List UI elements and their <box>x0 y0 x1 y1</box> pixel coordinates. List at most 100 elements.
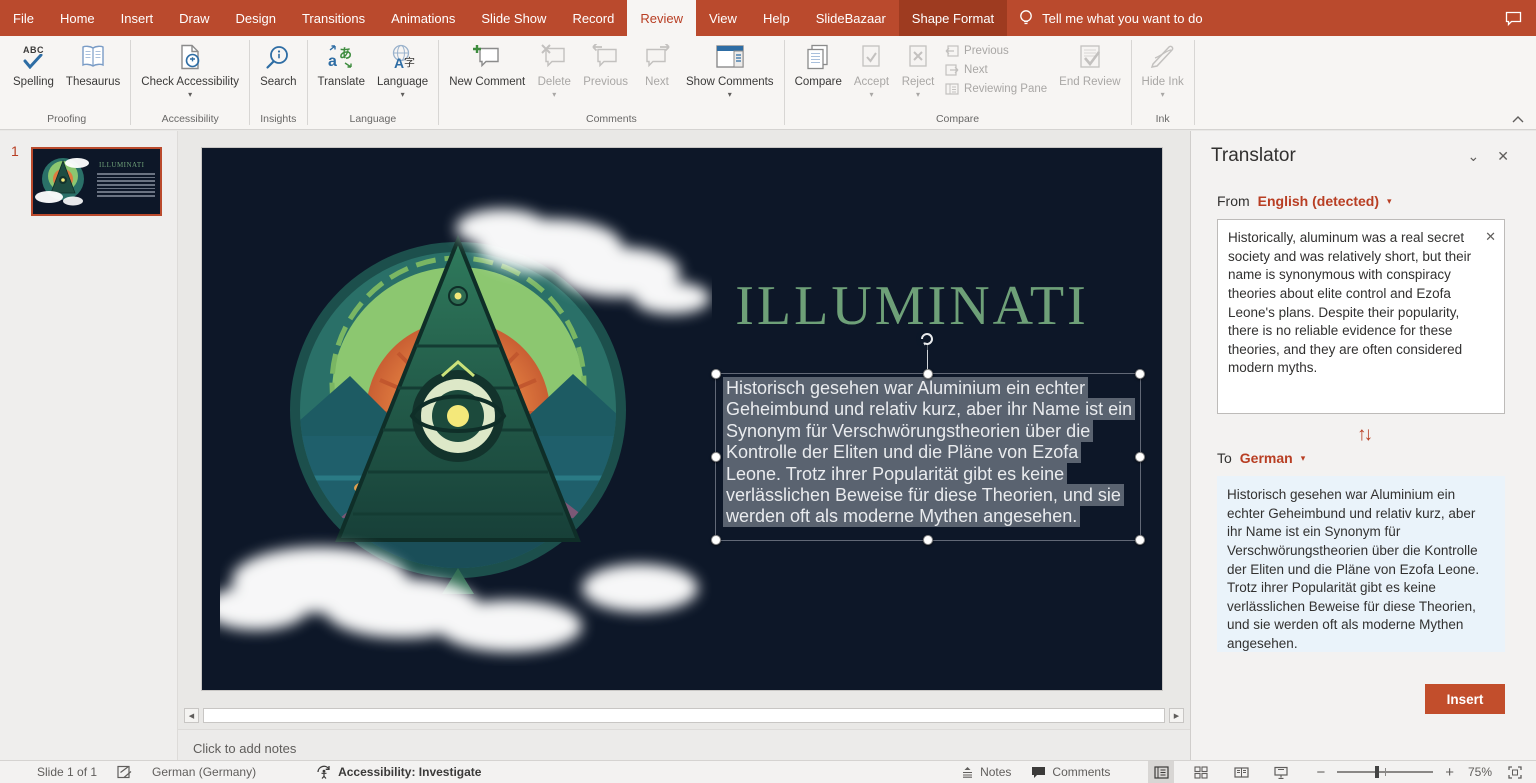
pane-options-chevron-icon[interactable]: ⌄ <box>1459 148 1489 165</box>
language-status[interactable]: German (Germany) <box>142 761 266 783</box>
slide[interactable]: ILLUMINATI Historisch gesehen war Alumin… <box>202 148 1162 690</box>
chat-icon[interactable] <box>1491 0 1536 36</box>
chevron-down-icon: ▾ <box>869 90 873 100</box>
resize-handle-bottom-right[interactable] <box>1135 535 1145 545</box>
swap-languages-icon[interactable]: ↑↓ <box>1191 414 1536 446</box>
accessibility-status[interactable]: Accessibility: Investigate <box>306 761 491 783</box>
zoom-slider[interactable] <box>1337 771 1433 773</box>
fit-slide-to-window-button[interactable] <box>1502 761 1528 783</box>
notes-toggle[interactable]: Notes <box>951 761 1021 783</box>
from-language-selector[interactable]: English (detected) <box>1258 193 1379 209</box>
clear-source-icon[interactable]: ✕ <box>1485 228 1496 246</box>
horizontal-scrollbar-thumb[interactable] <box>203 708 1165 723</box>
end-review-button[interactable]: End Review <box>1053 37 1126 112</box>
zoom-in-button[interactable]: + <box>1441 764 1458 781</box>
resize-handle-middle-left[interactable] <box>711 452 721 462</box>
resize-handle-top-left[interactable] <box>711 369 721 379</box>
reject-button[interactable]: Reject ▾ <box>895 37 941 112</box>
search-button[interactable]: Search <box>254 37 302 112</box>
compare-button[interactable]: Compare <box>789 37 848 112</box>
insert-translation-button[interactable]: Insert <box>1425 684 1505 714</box>
to-language-dropdown-icon[interactable]: ▾ <box>1301 453 1306 464</box>
tab-view[interactable]: View <box>696 0 750 36</box>
collapse-ribbon-button[interactable] <box>1512 116 1524 123</box>
scroll-right-arrow-icon[interactable]: ▶ <box>1169 708 1184 723</box>
ribbon-group-accessibility: Check Accessibility ▾ Accessibility <box>132 36 248 129</box>
hide-ink-button[interactable]: Hide Ink ▾ <box>1136 37 1190 112</box>
resize-handle-top-right[interactable] <box>1135 369 1145 379</box>
tab-help[interactable]: Help <box>750 0 803 36</box>
tab-record[interactable]: Record <box>559 0 627 36</box>
spelling-button[interactable]: ABC Spelling <box>7 37 60 112</box>
tab-file[interactable]: File <box>0 0 47 36</box>
illuminati-graphic[interactable] <box>220 188 712 666</box>
notes-pane[interactable]: Click to add notes <box>178 729 1190 760</box>
tell-me-box[interactable]: Tell me what you want to do <box>1007 0 1214 36</box>
translate-button[interactable]: aあ Translate <box>312 37 372 112</box>
group-label-compare: Compare <box>786 112 1130 129</box>
tab-insert[interactable]: Insert <box>108 0 167 36</box>
tab-transitions[interactable]: Transitions <box>289 0 378 36</box>
tab-animations[interactable]: Animations <box>378 0 468 36</box>
zoom-out-button[interactable]: − <box>1312 764 1329 781</box>
slide-thumbnail[interactable]: ILLUMINATI <box>31 147 162 216</box>
accept-button[interactable]: Accept ▾ <box>848 37 895 112</box>
resize-handle-middle-right[interactable] <box>1135 452 1145 462</box>
next-comment-button[interactable]: Next <box>634 37 680 112</box>
next-change-button[interactable]: Next <box>945 64 1047 76</box>
titlebar: File Home Insert Draw Design Transitions… <box>0 0 1536 36</box>
delete-comment-button[interactable]: Delete ▾ <box>531 37 577 112</box>
thesaurus-button[interactable]: Thesaurus <box>60 37 126 112</box>
comments-toggle[interactable]: Comments <box>1021 761 1120 783</box>
show-comments-icon <box>716 42 744 72</box>
accessibility-icon <box>316 765 332 779</box>
selected-text[interactable]: Historisch gesehen war Aluminium ein ech… <box>723 377 1135 527</box>
zoom-level[interactable]: 75% <box>1458 761 1502 783</box>
spellcheck-status-icon[interactable] <box>107 761 142 783</box>
rotate-handle[interactable] <box>915 327 939 351</box>
zoom-slider-thumb[interactable] <box>1375 766 1379 778</box>
new-comment-button[interactable]: New Comment <box>443 37 531 112</box>
scroll-left-arrow-icon[interactable]: ◀ <box>184 708 199 723</box>
resize-handle-bottom-center[interactable] <box>923 535 933 545</box>
tab-design[interactable]: Design <box>223 0 289 36</box>
horizontal-scrollbar[interactable]: ◀ ▶ <box>184 707 1184 724</box>
slide-number: 1 <box>11 143 19 159</box>
svg-text:あ: あ <box>339 46 352 61</box>
tab-draw[interactable]: Draw <box>166 0 222 36</box>
previous-comment-icon <box>592 42 620 72</box>
check-accessibility-button[interactable]: Check Accessibility ▾ <box>135 37 245 112</box>
svg-text:a: a <box>328 53 337 70</box>
pane-close-icon[interactable]: ✕ <box>1488 148 1518 165</box>
slideshow-view-button[interactable] <box>1268 761 1294 783</box>
previous-comment-button[interactable]: Previous <box>577 37 634 112</box>
from-language-dropdown-icon[interactable]: ▾ <box>1387 196 1392 207</box>
slide-textbox[interactable]: Historisch gesehen war Aluminium ein ech… <box>716 374 1140 540</box>
tab-home[interactable]: Home <box>47 0 108 36</box>
to-language-selector[interactable]: German <box>1240 450 1293 466</box>
to-label: To <box>1217 450 1232 466</box>
slide-thumbnail-panel: 1 ILLUMINATI <box>0 131 178 760</box>
source-text[interactable]: Historically, aluminum was a real secret… <box>1228 230 1471 375</box>
slide-indicator[interactable]: Slide 1 of 1 <box>0 761 107 783</box>
source-text-input[interactable]: Historically, aluminum was a real secret… <box>1217 219 1505 414</box>
resize-handle-bottom-left[interactable] <box>711 535 721 545</box>
tab-review[interactable]: Review <box>627 0 696 36</box>
tab-slide-show[interactable]: Slide Show <box>468 0 559 36</box>
previous-change-button[interactable]: Previous <box>945 45 1047 57</box>
normal-view-button[interactable] <box>1148 761 1174 783</box>
slide-title[interactable]: ILLUMINATI <box>707 274 1117 338</box>
notes-placeholder[interactable]: Click to add notes <box>193 741 1190 756</box>
chevron-down-icon: ▾ <box>1161 90 1165 100</box>
show-comments-button[interactable]: Show Comments ▾ <box>680 37 780 112</box>
tab-slidebazaar[interactable]: SlideBazaar <box>803 0 899 36</box>
translated-text-output[interactable]: Historisch gesehen war Aluminium ein ech… <box>1217 476 1505 652</box>
language-button[interactable]: A字 Language ▾ <box>371 37 434 112</box>
reviewing-pane-button[interactable]: Reviewing Pane <box>945 83 1047 95</box>
reading-view-button[interactable] <box>1228 761 1254 783</box>
from-label: From <box>1217 193 1250 209</box>
next-comment-icon <box>643 42 671 72</box>
resize-handle-top-center[interactable] <box>923 369 933 379</box>
slide-sorter-view-button[interactable] <box>1188 761 1214 783</box>
tab-shape-format[interactable]: Shape Format <box>899 0 1007 36</box>
